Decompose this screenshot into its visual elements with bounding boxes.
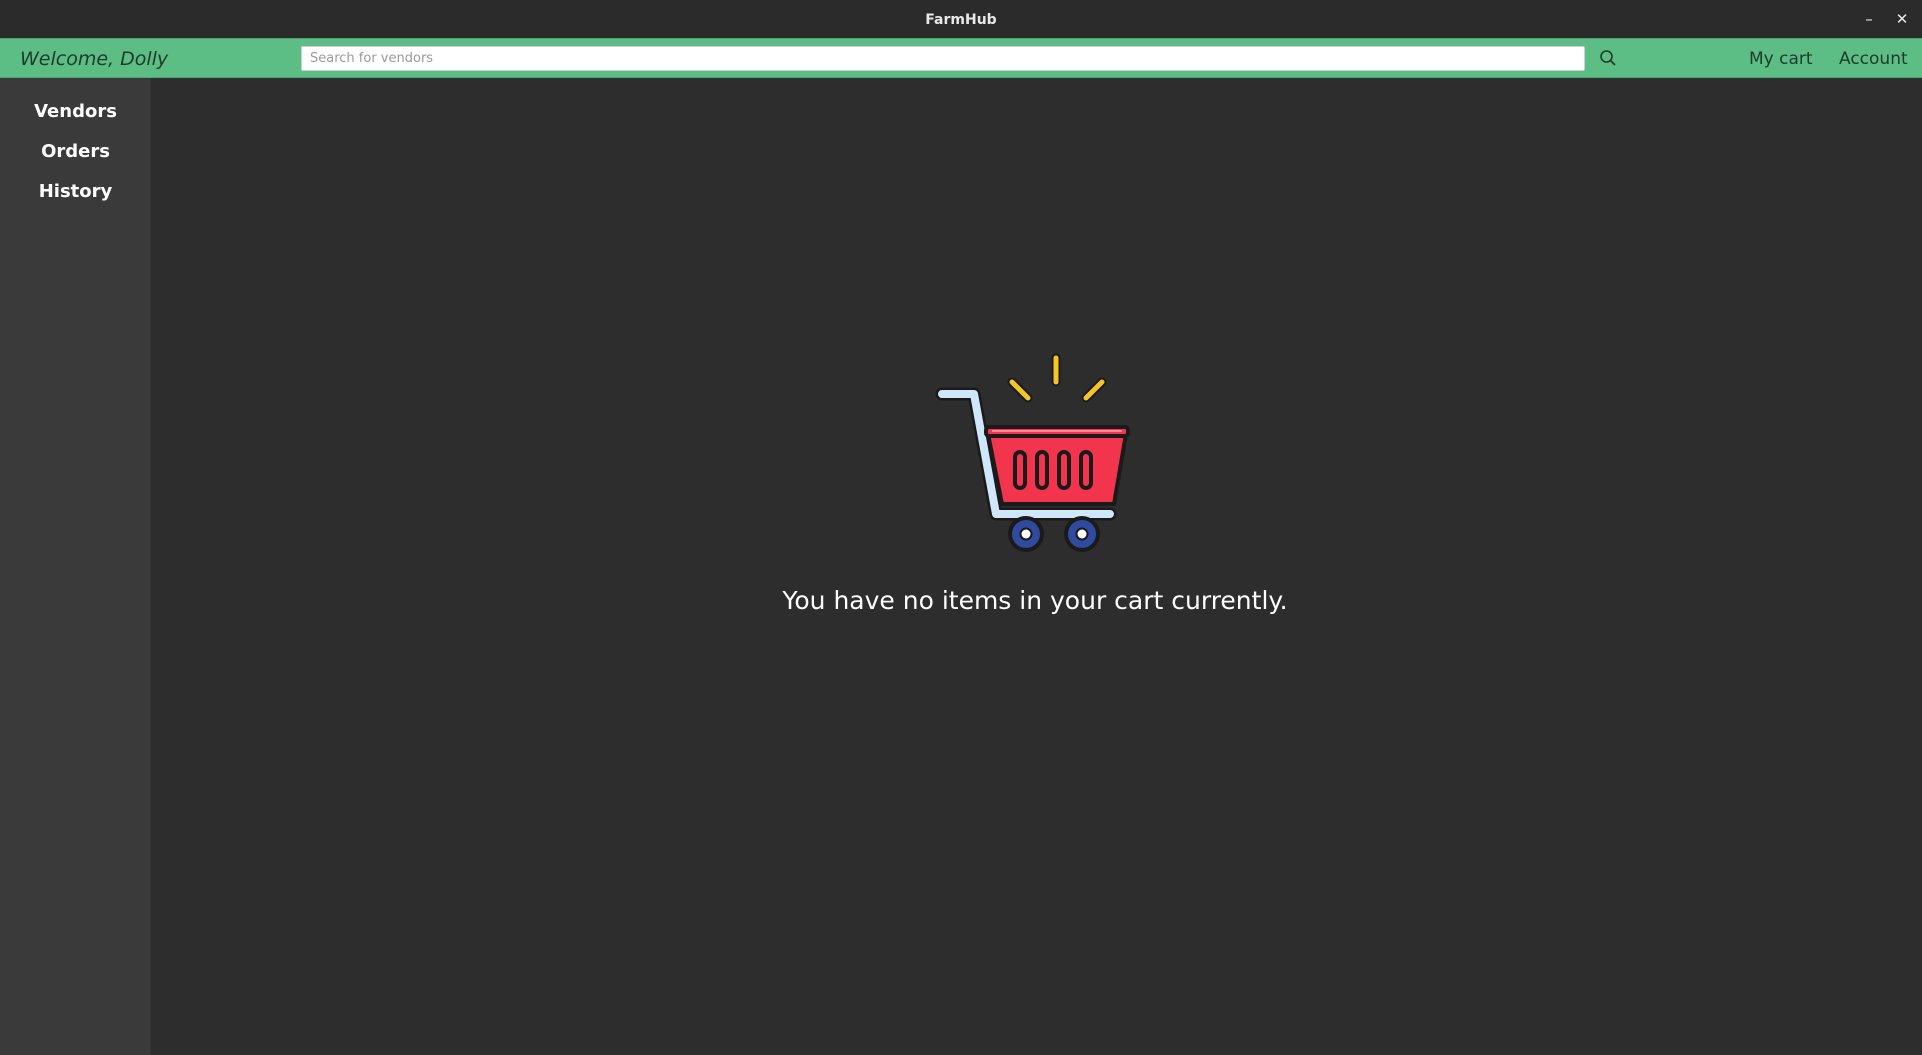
app-window: FarmHub – ✕ Welcome, Dolly My cart Accou… (0, 0, 1922, 1055)
empty-cart-illustration (934, 352, 1134, 556)
my-cart-link[interactable]: My cart (1749, 39, 1813, 77)
close-button[interactable]: ✕ (1889, 6, 1915, 32)
main-content (151, 78, 1922, 1055)
top-toolbar: Welcome, Dolly My cart Account (0, 38, 1922, 78)
window-title: FarmHub (925, 12, 997, 28)
sidebar (0, 78, 151, 1055)
sidebar-item-vendors[interactable]: Vendors (0, 94, 151, 130)
empty-cart-message: You have no items in your cart currently… (782, 586, 1288, 615)
search-button[interactable] (1598, 48, 1618, 68)
welcome-message: Welcome, Dolly (20, 48, 169, 70)
minimize-button[interactable]: – (1856, 6, 1882, 32)
sidebar-item-history[interactable]: History (0, 174, 151, 210)
title-bar: FarmHub – ✕ (0, 0, 1922, 39)
account-link[interactable]: Account (1839, 39, 1908, 77)
sidebar-item-orders[interactable]: Orders (0, 134, 151, 170)
search-icon (1600, 50, 1616, 66)
search-input[interactable] (301, 46, 1585, 71)
shopping-cart-icon (935, 353, 1130, 552)
